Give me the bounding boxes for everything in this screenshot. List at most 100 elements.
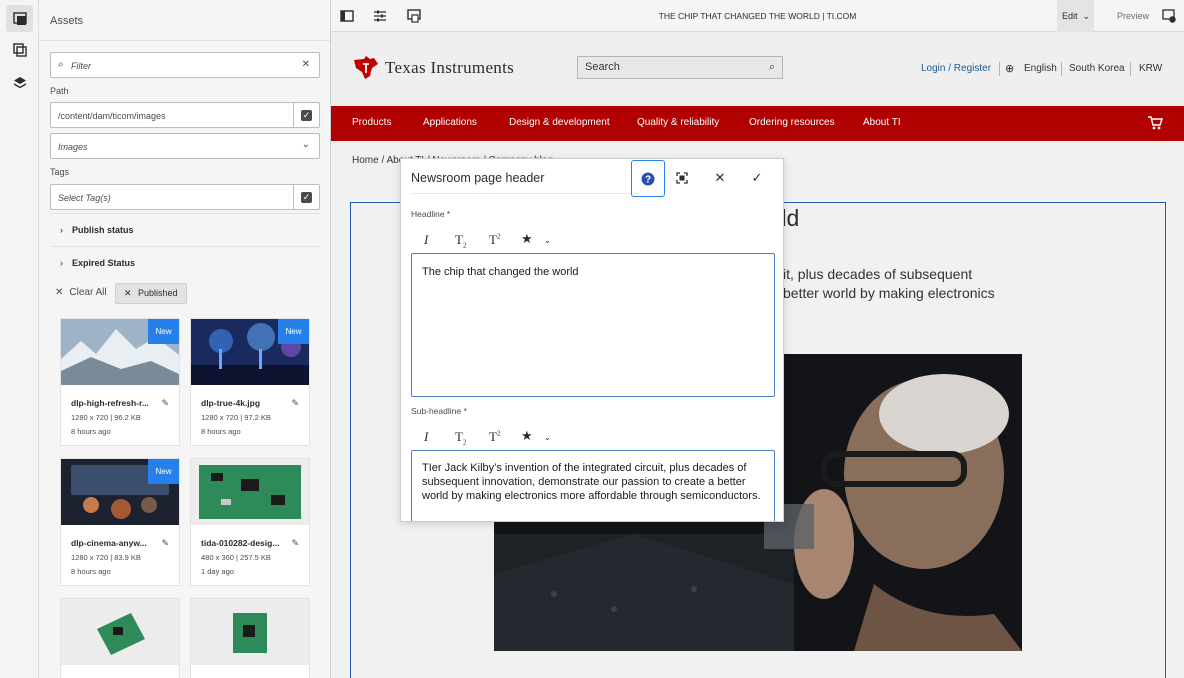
chevron-down-icon: ⌄ — [1082, 11, 1090, 21]
preview-button[interactable]: Preview — [1117, 11, 1149, 21]
checkbox-icon: ✓ — [301, 109, 312, 121]
subheadline-label: Sub-headline * — [411, 406, 467, 416]
cart-icon[interactable] — [1147, 115, 1164, 134]
search-icon[interactable]: ⌕ — [769, 57, 775, 78]
nav-item-about[interactable]: About TI — [863, 117, 901, 128]
filter-input[interactable]: ⌕ Filter ✕ — [50, 52, 320, 78]
checkmark-icon: ✓ — [751, 170, 763, 185]
asset-meta: 1280 x 720 | 96.2 KB — [71, 413, 141, 422]
italic-icon[interactable]: I — [424, 232, 428, 248]
site-search-input[interactable]: Search ⌕ — [577, 56, 783, 79]
expired-status-label: Expired Status — [72, 258, 136, 268]
chevron-down-icon[interactable]: ⌄ — [544, 236, 551, 245]
asset-thumbnail — [191, 599, 309, 665]
asset-name: dlp-true-4k.jpg — [201, 398, 261, 408]
site-header: Texas Instruments Search ⌕ Login / Regis… — [331, 32, 1184, 106]
dialog-title: Newsroom page header — [411, 171, 545, 185]
hero-text: better world by making electronics — [783, 285, 995, 301]
divider — [1061, 62, 1062, 76]
asset-meta: 1280 x 720 | 83.9 KB — [71, 553, 141, 562]
login-register-link[interactable]: Login / Register — [921, 63, 991, 74]
asset-card[interactable]: New dlp-cinema-anyw... ✎ 1280 x 720 | 83… — [60, 458, 180, 586]
cancel-button[interactable]: ✕ — [711, 169, 729, 187]
help-button[interactable]: ? — [631, 160, 665, 197]
star-icon[interactable]: ★ — [521, 232, 533, 247]
layers-icon[interactable] — [6, 69, 33, 96]
mode-label: Edit — [1062, 11, 1078, 21]
subscript-icon[interactable]: T2 — [455, 232, 466, 250]
nav-item-applications[interactable]: Applications — [423, 117, 477, 128]
asset-card[interactable]: tida-010282-desig... ✎ 480 x 360 | 257.5… — [190, 458, 310, 586]
chevron-down-icon: ⌄ — [301, 139, 310, 150]
panel-title: Assets — [50, 15, 84, 27]
superscript-icon[interactable]: T2 — [489, 232, 500, 248]
headline-label: Headline * — [411, 209, 451, 219]
asset-card[interactable]: New dlp-true-4k.jpg ✎ 1280 x 720 | 97.2 … — [190, 318, 310, 446]
divider — [999, 62, 1000, 76]
page-info-icon[interactable] — [1161, 8, 1177, 24]
subheadline-editor[interactable]: TIer Jack Kilby’s invention of the integ… — [411, 450, 775, 521]
fullscreen-button[interactable] — [673, 169, 691, 187]
hero-text: it, plus decades of subsequent — [783, 266, 973, 282]
chevron-right-icon: › — [60, 258, 63, 268]
tags-placeholder: Select Tag(s) — [58, 193, 111, 203]
country-selector[interactable]: South Korea — [1069, 63, 1125, 74]
superscript-icon[interactable]: T2 — [489, 429, 500, 445]
divider — [1130, 62, 1131, 76]
filter-placeholder: Filter — [71, 61, 91, 71]
nav-item-quality[interactable]: Quality & reliability — [637, 117, 719, 128]
side-rail — [0, 0, 39, 678]
asset-thumbnail — [61, 599, 179, 665]
tags-label: Tags — [50, 167, 70, 177]
asset-thumbnail — [191, 459, 309, 525]
mode-select[interactable]: Edit ⌄ — [1057, 0, 1094, 32]
component-edit-dialog: Newsroom page header ? ✕ ✓ Headline * I … — [400, 158, 784, 522]
search-icon: ⌕ — [58, 59, 64, 70]
path-field[interactable]: /content/dam/ticom/images ✓ — [50, 102, 320, 128]
asset-card[interactable]: New dlp-high-refresh-r... ✎ 1280 x 720 |… — [60, 318, 180, 446]
currency-selector[interactable]: KRW — [1139, 63, 1162, 74]
svg-text:?: ? — [645, 174, 651, 185]
nav-item-design[interactable]: Design & development — [509, 117, 610, 128]
language-selector[interactable]: English — [1024, 63, 1057, 74]
assets-icon[interactable] — [6, 5, 33, 32]
ti-logo-icon[interactable] — [352, 56, 380, 83]
components-icon[interactable] — [6, 36, 33, 63]
asset-type-select[interactable]: Images ⌄ — [50, 133, 320, 159]
chevron-down-icon[interactable]: ⌄ — [544, 433, 551, 442]
published-filter-chip[interactable]: ✕ Published — [115, 283, 187, 304]
clear-icon[interactable]: ✕ — [302, 59, 310, 70]
star-icon[interactable]: ★ — [521, 429, 533, 444]
asset-card[interactable] — [60, 598, 180, 678]
asset-card[interactable] — [190, 598, 310, 678]
close-icon[interactable]: ✕ — [124, 284, 132, 303]
italic-icon[interactable]: I — [424, 429, 428, 445]
close-icon: ✕ — [55, 287, 64, 298]
pencil-icon[interactable]: ✎ — [291, 398, 299, 409]
publish-status-accordion[interactable]: › Publish status — [50, 213, 320, 246]
done-button[interactable]: ✓ — [748, 169, 766, 187]
search-placeholder: Search — [585, 61, 620, 73]
path-browse-button[interactable]: ✓ — [293, 103, 319, 127]
asset-name: dlp-cinema-anyw... — [71, 538, 147, 548]
subscript-icon[interactable]: T2 — [455, 429, 466, 447]
clear-all-button[interactable]: ✕ Clear All — [55, 287, 107, 298]
pencil-icon[interactable]: ✎ — [161, 398, 169, 409]
asset-time: 8 hours ago — [71, 427, 111, 436]
new-badge: New — [148, 319, 179, 344]
nav-item-products[interactable]: Products — [352, 117, 391, 128]
asset-meta: 480 x 360 | 257.5 KB — [201, 553, 271, 562]
expired-status-accordion[interactable]: › Expired Status — [50, 246, 320, 279]
tags-picker-button[interactable]: ✓ — [293, 185, 319, 209]
new-badge: New — [278, 319, 309, 344]
publish-status-label: Publish status — [72, 225, 134, 235]
globe-icon: ⊕ — [1005, 63, 1015, 75]
pencil-icon[interactable]: ✎ — [161, 538, 169, 549]
nav-item-ordering[interactable]: Ordering resources — [749, 117, 835, 128]
asset-meta: 1280 x 720 | 97.2 KB — [201, 413, 271, 422]
tags-field[interactable]: Select Tag(s) ✓ — [50, 184, 320, 210]
headline-editor[interactable]: The chip that changed the world — [411, 253, 775, 397]
clear-all-label: Clear All — [69, 287, 107, 298]
pencil-icon[interactable]: ✎ — [291, 538, 299, 549]
asset-name: dlp-high-refresh-r... — [71, 398, 149, 408]
